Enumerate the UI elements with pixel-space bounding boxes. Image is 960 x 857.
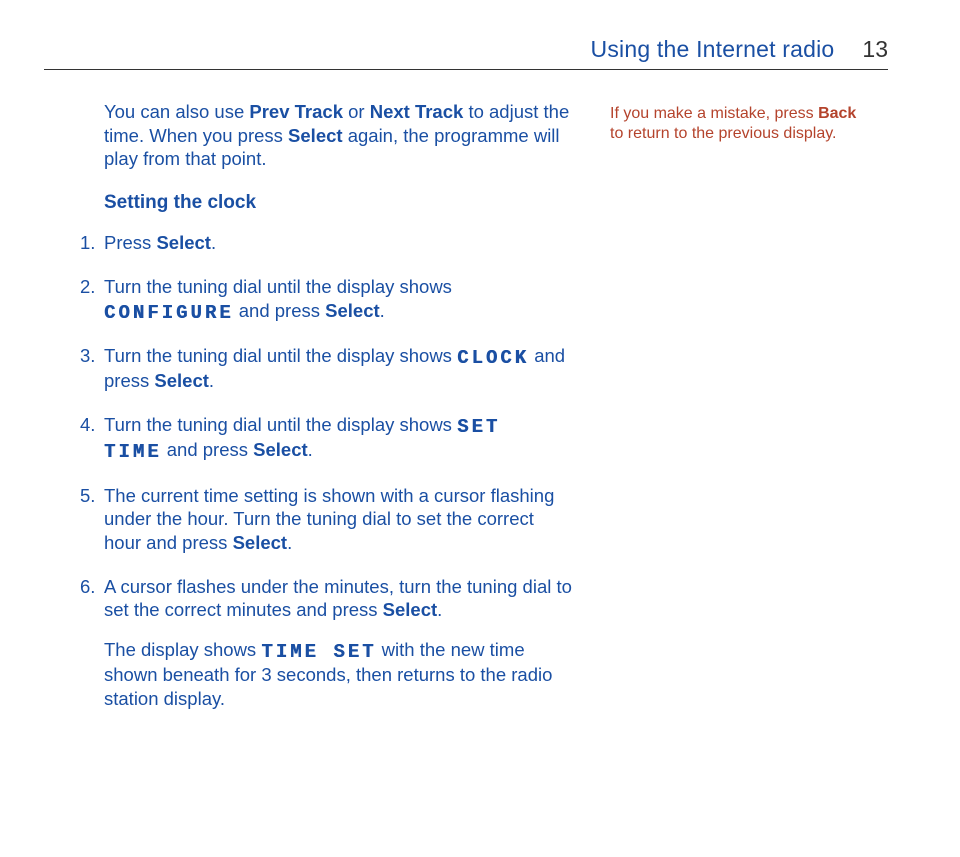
step-6-a: A cursor flashes under the minutes, turn… <box>104 576 572 621</box>
step-2: Turn the tuning dial until the display s… <box>80 275 572 324</box>
back-label: Back <box>818 105 856 122</box>
sidenote-b: to return to the previous display. <box>610 125 837 142</box>
select-label: Select <box>156 232 211 253</box>
select-label: Select <box>288 125 343 146</box>
step-1-a: Press <box>104 232 156 253</box>
step-4-c: . <box>308 439 313 460</box>
intro-text-a: You can also use <box>104 101 249 122</box>
sidenote: If you make a mistake, press Back to ret… <box>610 104 870 145</box>
step-3-c: . <box>209 370 214 391</box>
step-1: Press Select. <box>80 231 572 255</box>
step-5-a: The current time setting is shown with a… <box>104 485 554 553</box>
step-1-b: . <box>211 232 216 253</box>
step-5: The current time setting is shown with a… <box>80 484 572 555</box>
step-3-a: Turn the tuning dial until the display s… <box>104 345 457 366</box>
select-label: Select <box>154 370 209 391</box>
manual-page: Using the Internet radio 13 You can also… <box>0 0 960 857</box>
setting-clock-heading: Setting the clock <box>104 191 572 215</box>
step-6: A cursor flashes under the minutes, turn… <box>80 575 572 622</box>
intro-paragraph: You can also use Prev Track or Next Trac… <box>104 100 572 171</box>
intro-text-b: or <box>343 101 370 122</box>
content-columns: You can also use Prev Track or Next Trac… <box>44 100 888 731</box>
step-2-c: . <box>380 300 385 321</box>
select-label: Select <box>383 599 438 620</box>
steps-list: Press Select. Turn the tuning dial until… <box>80 231 572 622</box>
outro-a: The display shows <box>104 639 261 660</box>
select-label: Select <box>325 300 380 321</box>
side-column: If you make a mistake, press Back to ret… <box>600 100 870 731</box>
prev-track-label: Prev Track <box>249 101 343 122</box>
lcd-configure: CONFIGURE <box>104 302 234 324</box>
header-title: Using the Internet radio <box>591 36 835 63</box>
step-3: Turn the tuning dial until the display s… <box>80 344 572 393</box>
step-4: Turn the tuning dial until the display s… <box>80 413 572 464</box>
next-track-label: Next Track <box>370 101 464 122</box>
step-2-b: and press <box>234 300 326 321</box>
step-6-b: . <box>437 599 442 620</box>
page-header: Using the Internet radio 13 <box>44 36 888 70</box>
header-page-number: 13 <box>862 36 888 63</box>
step-5-b: . <box>287 532 292 553</box>
select-label: Select <box>233 532 288 553</box>
step-4-b: and press <box>162 439 254 460</box>
lcd-clock: CLOCK <box>457 347 529 369</box>
step-4-a: Turn the tuning dial until the display s… <box>104 414 457 435</box>
step-2-a: Turn the tuning dial until the display s… <box>104 276 452 297</box>
sidenote-a: If you make a mistake, press <box>610 105 818 122</box>
main-column: You can also use Prev Track or Next Trac… <box>44 100 600 731</box>
select-label: Select <box>253 439 308 460</box>
lcd-time-set: TIME SET <box>261 641 376 663</box>
outro-paragraph: The display shows TIME SET with the new … <box>80 638 572 711</box>
